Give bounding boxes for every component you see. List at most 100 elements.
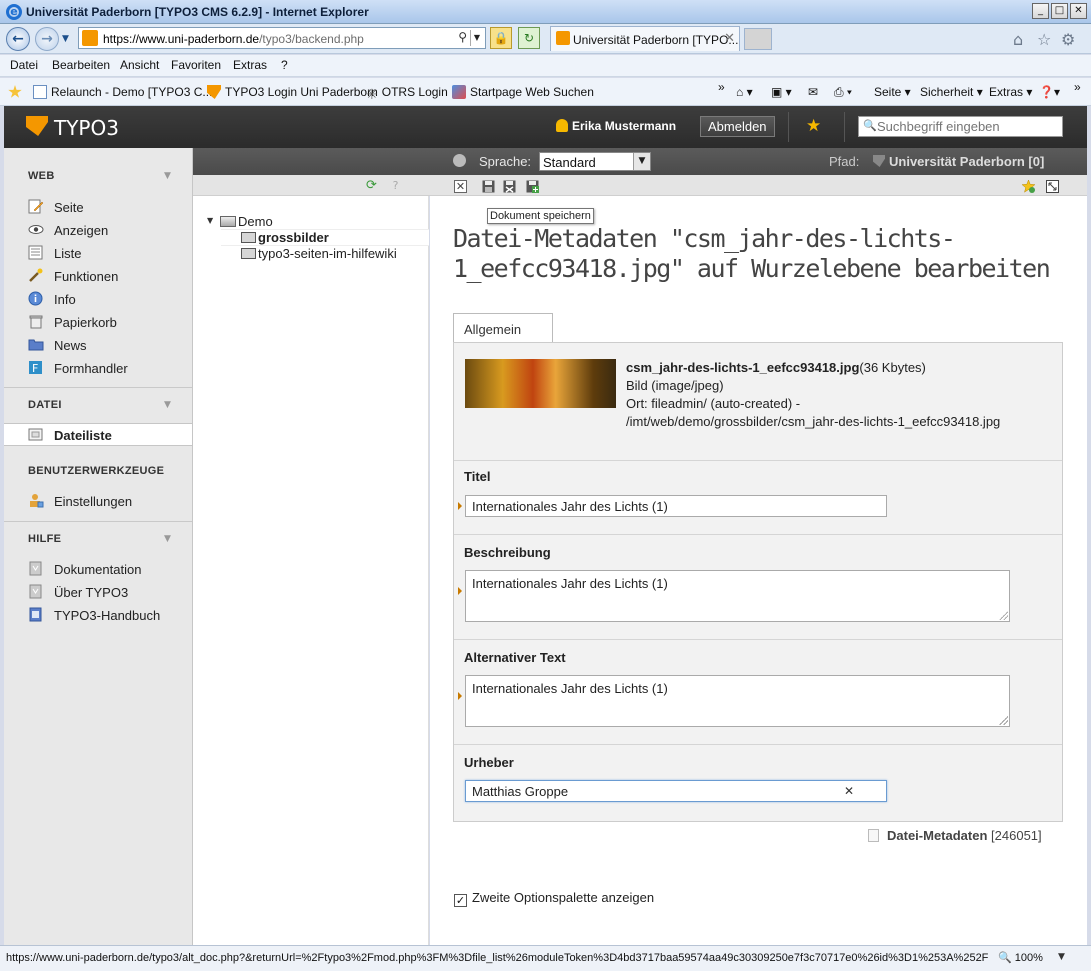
more-commands-icon[interactable]: » (1074, 80, 1081, 94)
minimize-button[interactable]: _ (1032, 3, 1049, 19)
feeds-icon[interactable]: ▣ ▾ (771, 85, 792, 99)
url-text[interactable]: https://www.uni-paderborn.de/typo3/backe… (103, 32, 364, 46)
module-formhandler[interactable]: F Formhandler (4, 357, 192, 378)
mail-icon[interactable]: ✉ (808, 85, 818, 99)
resize-grip-icon[interactable] (998, 610, 1008, 620)
checkbox-checked-icon[interactable]: ✓ (454, 894, 467, 907)
collapse-arrow-icon[interactable]: ▼ (164, 534, 171, 544)
form-panel: csm_jahr-des-lichts-1_eefcc93418.jpg(36 … (453, 342, 1063, 822)
module-info[interactable]: Info (4, 288, 192, 309)
tree-node-typo3-seiten[interactable]: typo3-seiten-im-hilfewiki (241, 246, 397, 261)
wand-icon (29, 268, 43, 282)
browser-tab[interactable]: Universität Paderborn [TYPO... ✕ (550, 26, 740, 51)
help-icon[interactable]: ❓▾ (1039, 85, 1060, 99)
page-menu[interactable]: Seite ▾ (874, 85, 911, 99)
module-group-help[interactable]: HILFE (28, 533, 61, 545)
module-list[interactable]: Liste (4, 242, 192, 263)
open-new-window-icon[interactable] (1046, 180, 1059, 193)
tree-collapse-icon[interactable]: ▼ (207, 216, 213, 225)
filelist-icon (28, 428, 43, 441)
lock-icon[interactable]: 🔒 (490, 27, 512, 49)
language-label: Sprache: (479, 154, 532, 169)
manual-icon (29, 607, 42, 622)
module-news[interactable]: News (4, 334, 192, 355)
menu-extras[interactable]: Extras (233, 58, 267, 72)
tree-node-demo[interactable]: Demo (220, 214, 273, 229)
history-dropdown-icon[interactable]: ▼ (62, 34, 69, 44)
module-settings[interactable]: Einstellungen (4, 490, 192, 511)
module-page[interactable]: Seite (4, 196, 192, 217)
module-filelist[interactable]: Dateiliste (4, 423, 192, 446)
tree-node-grossbilder[interactable]: grossbilder (241, 230, 329, 245)
home-command-icon[interactable]: ⌂ ▾ (736, 85, 753, 99)
favorites-bar-star-icon[interactable] (8, 85, 26, 99)
maximize-button[interactable]: □ (1051, 3, 1068, 19)
bookmarks-star-icon[interactable]: ★ (806, 116, 821, 136)
more-favorites-icon[interactable]: » (718, 80, 725, 94)
zoom-level[interactable]: 🔍 100% (998, 951, 1043, 964)
menu-help[interactable]: ? (281, 58, 288, 72)
save-and-close-icon[interactable] (503, 180, 516, 193)
url-dropdown-icon[interactable]: ▼ (470, 30, 483, 46)
module-functions[interactable]: Funktionen (4, 265, 192, 286)
module-group-user-tools[interactable]: BENUTZERWERKZEUGE (28, 465, 164, 477)
settings-gear-icon[interactable]: ⚙ (1061, 30, 1075, 49)
refresh-tree-icon[interactable]: ⟳ (365, 179, 378, 193)
search-icon[interactable]: ⚲ (458, 30, 467, 44)
menu-datei[interactable]: Datei (10, 58, 38, 72)
add-bookmark-icon[interactable] (1022, 180, 1035, 193)
description-field[interactable]: Internationales Jahr des Lichts (1) (465, 570, 1010, 622)
tab-allgemein[interactable]: Allgemein (453, 313, 553, 343)
module-group-web[interactable]: WEB (28, 170, 55, 182)
clear-field-icon[interactable]: ✕ (844, 784, 854, 798)
close-document-icon[interactable]: ✕ (454, 180, 467, 193)
save-icon[interactable] (482, 180, 495, 193)
favorites-star-icon[interactable]: ☆ (1037, 30, 1051, 49)
refresh-icon[interactable]: ↻ (518, 27, 540, 49)
file-thumbnail[interactable] (465, 359, 616, 408)
file-type: Bild (image/jpeg) (626, 378, 724, 393)
extras-menu[interactable]: Extras ▾ (989, 85, 1032, 99)
module-group-file[interactable]: DATEI (28, 399, 62, 411)
favorite-otrs-login[interactable]: ✳ OTRS Login (366, 85, 448, 103)
favorite-typo3-login[interactable]: TYPO3 Login Uni Paderborn (207, 85, 378, 99)
alt-text-field[interactable]: Internationales Jahr des Lichts (1) (465, 675, 1010, 727)
home-icon[interactable]: ⌂ (1013, 30, 1023, 49)
zoom-dropdown-icon[interactable]: ▼ (1058, 952, 1065, 962)
favorite-relaunch-demo[interactable]: Relaunch - Demo [TYPO3 C... (33, 85, 212, 99)
security-menu[interactable]: Sicherheit ▾ (920, 85, 983, 99)
save-and-new-icon[interactable] (526, 180, 539, 193)
module-recycler[interactable]: Papierkorb (4, 311, 192, 332)
menu-ansicht[interactable]: Ansicht (120, 58, 159, 72)
module-view[interactable]: Anzeigen (4, 219, 192, 240)
second-options-checkbox[interactable]: ✓ Zweite Optionspalette anzeigen (454, 890, 654, 907)
title-field[interactable]: Internationales Jahr des Lichts (1) (465, 495, 887, 517)
resize-grip-icon[interactable] (998, 715, 1008, 725)
creator-field[interactable]: Matthias Groppe ✕ (465, 780, 887, 802)
logout-button[interactable]: Abmelden (700, 116, 775, 137)
menu-favoriten[interactable]: Favoriten (171, 58, 221, 72)
url-field[interactable]: https://www.uni-paderborn.de/typo3/backe… (78, 27, 486, 49)
module-typo3-manual[interactable]: TYPO3-Handbuch (4, 604, 192, 625)
collapse-arrow-icon[interactable]: ▼ (164, 400, 171, 410)
favorite-startpage[interactable]: Startpage Web Suchen (452, 85, 594, 99)
search-input[interactable] (877, 118, 1057, 135)
back-button[interactable]: ← (6, 27, 30, 51)
user-menu[interactable]: Erika Mustermann (556, 119, 676, 133)
forward-button[interactable]: → (35, 27, 59, 51)
file-location: Ort: fileadmin/ (auto-created) - (626, 396, 801, 411)
module-documentation[interactable]: Dokumentation (4, 558, 192, 579)
new-tab-button[interactable] (744, 28, 772, 50)
collapse-arrow-icon[interactable]: ▼ (164, 171, 171, 181)
help-icon[interactable]: ? (389, 180, 402, 193)
menu-bearbeiten[interactable]: Bearbeiten (52, 58, 110, 72)
typo3-icon (207, 85, 221, 99)
close-tab-icon[interactable]: ✕ (724, 31, 735, 46)
module-about-typo3[interactable]: Über TYPO3 (4, 581, 192, 602)
status-bar: https://www.uni-paderborn.de/typo3/alt_d… (0, 945, 1091, 971)
language-select[interactable]: Standard ▼ (539, 152, 651, 171)
print-icon[interactable]: ⎙ ▾ (834, 85, 852, 100)
eye-icon (28, 225, 44, 234)
close-window-button[interactable]: ✕ (1070, 3, 1087, 19)
backend-search[interactable]: 🔍 (858, 116, 1063, 137)
